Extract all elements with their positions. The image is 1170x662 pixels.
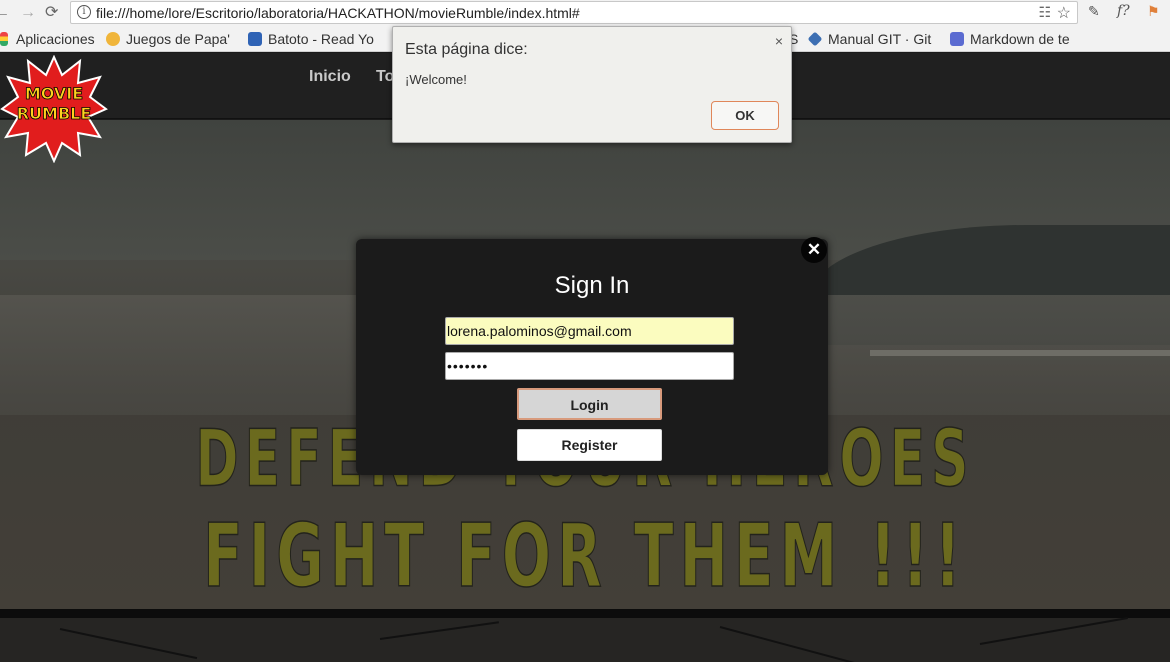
bookmark-label: Juegos de Papa'	[126, 31, 230, 47]
alert-title: Esta página dice:	[405, 41, 528, 58]
markdown-icon	[950, 32, 964, 46]
nav-link-inicio[interactable]: Inicio	[309, 68, 351, 86]
signin-modal: ✕ Sign In lorena.palominos@gmail.com •••…	[356, 237, 828, 475]
bookmark-manual-git[interactable]: Manual GIT · Git	[807, 31, 932, 47]
extension-eyedropper-icon[interactable]: ✎	[1088, 3, 1100, 20]
papa-icon	[106, 32, 120, 46]
batoto-icon	[248, 32, 262, 46]
address-bar[interactable]: i file:///home/lore/Escritorio/laborator…	[70, 1, 1078, 24]
bookmark-markdown[interactable]: Markdown de te	[950, 31, 1070, 47]
login-button[interactable]: Login	[517, 388, 662, 420]
address-url[interactable]: file:///home/lore/Escritorio/laboratoria…	[96, 5, 580, 21]
ok-button[interactable]: OK	[711, 101, 779, 130]
crack	[719, 626, 875, 662]
bookmark-batoto[interactable]: Batoto - Read Yo	[248, 31, 374, 47]
back-icon[interactable]: ←	[0, 3, 10, 23]
browser-toolbar: ← → ⟳ i file:///home/lore/Escritorio/lab…	[0, 0, 1170, 26]
crack	[59, 628, 198, 660]
gitbook-icon	[807, 31, 823, 47]
logo-text-rumble: RUMBLE	[17, 104, 92, 123]
crack	[979, 616, 1128, 645]
page: Inicio To DEFEND YOUR HEROES FIGHT FOR T…	[0, 53, 1170, 662]
reload-icon[interactable]: ⟳	[45, 3, 58, 23]
bookmark-juegos[interactable]: Juegos de Papa'	[106, 31, 230, 47]
email-field[interactable]: lorena.palominos@gmail.com	[445, 317, 734, 345]
crack	[379, 621, 499, 640]
bookmark-label: Manual GIT · Git	[828, 31, 932, 47]
bookmark-label: Aplicaciones	[16, 31, 95, 47]
translate-icon[interactable]: ☷	[1038, 4, 1051, 21]
footer-divider	[0, 609, 1170, 618]
register-button[interactable]: Register	[517, 429, 662, 461]
signin-title: Sign In	[554, 272, 630, 299]
alert-dialog: Esta página dice: × ¡Welcome! OK	[392, 26, 792, 143]
info-icon[interactable]: i	[77, 5, 91, 19]
extension-flag-icon[interactable]: ⚑	[1147, 3, 1160, 20]
bookmark-star-icon[interactable]: ☆	[1057, 3, 1071, 23]
close-icon[interactable]: ✕	[801, 237, 827, 263]
password-field[interactable]: •••••••	[445, 352, 734, 380]
movie-rumble-logo[interactable]: MOVIE RUMBLE	[0, 55, 108, 163]
bookmark-label: Batoto - Read Yo	[268, 31, 374, 47]
close-icon[interactable]: ×	[775, 33, 783, 49]
apps-grid-icon	[0, 32, 8, 46]
alert-message: ¡Welcome!	[405, 72, 467, 87]
hero-railing	[870, 350, 1170, 356]
logo-text-movie: MOVIE	[25, 84, 83, 103]
bookmark-label: Markdown de te	[970, 31, 1070, 47]
extension-formula-icon[interactable]: f?	[1117, 3, 1130, 19]
bookmark-apps[interactable]: Aplicaciones	[0, 31, 95, 47]
forward-icon[interactable]: →	[20, 3, 36, 23]
footer-cracked-texture	[0, 616, 1170, 662]
slogan-line-2: FIGHT FOR THEM !!!	[203, 504, 967, 608]
